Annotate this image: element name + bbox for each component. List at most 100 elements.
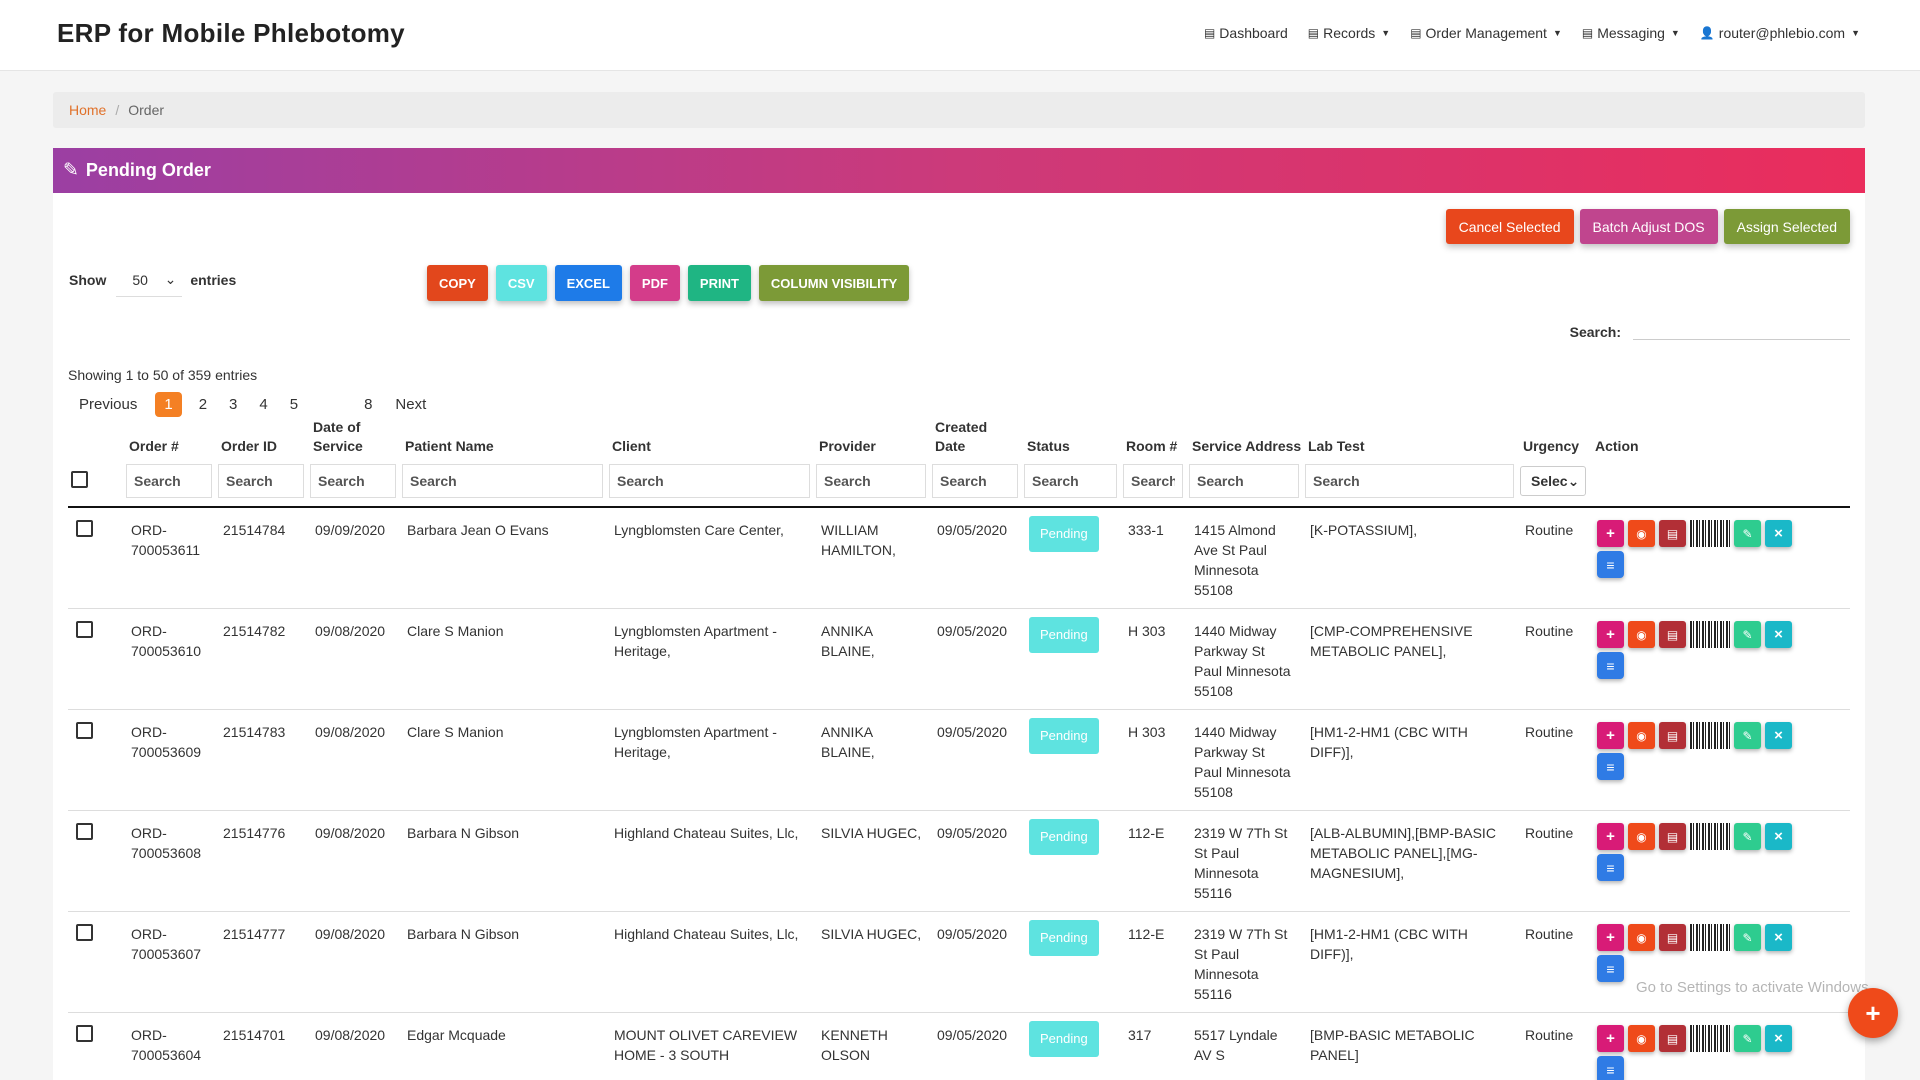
edit-icon[interactable]: ✎: [1734, 1025, 1761, 1052]
close-icon[interactable]: ×: [1765, 722, 1792, 749]
row-checkbox[interactable]: [76, 621, 93, 638]
view-icon[interactable]: ◉: [1628, 722, 1655, 749]
filter-client[interactable]: [609, 464, 810, 498]
print-icon[interactable]: ▤: [1659, 722, 1686, 749]
edit-icon[interactable]: ✎: [1734, 823, 1761, 850]
col-created-date[interactable]: Created Date: [929, 418, 1021, 464]
print-icon[interactable]: ▤: [1659, 1025, 1686, 1052]
view-icon[interactable]: ◉: [1628, 520, 1655, 547]
add-icon[interactable]: +: [1597, 1025, 1624, 1052]
edit-icon[interactable]: ✎: [1734, 520, 1761, 547]
notes-icon[interactable]: ≡: [1597, 652, 1624, 679]
assign-selected-button[interactable]: Assign Selected: [1723, 209, 1850, 244]
edit-icon[interactable]: ✎: [1734, 621, 1761, 648]
col-lab-test[interactable]: Lab Test: [1302, 418, 1517, 464]
filter-urgency-select[interactable]: Selec ⌄: [1520, 466, 1586, 496]
row-checkbox[interactable]: [76, 722, 93, 739]
barcode-icon[interactable]: [1690, 722, 1730, 749]
csv-button[interactable]: CSV: [495, 265, 547, 301]
column-visibility-button[interactable]: COLUMN VISIBILITY: [758, 265, 910, 301]
barcode-icon[interactable]: [1690, 1025, 1730, 1052]
batch-adjust-dos-button[interactable]: Batch Adjust DOS: [1579, 209, 1718, 244]
col-status[interactable]: Status: [1021, 418, 1120, 464]
col-date-of-service[interactable]: Date of Service: [307, 418, 399, 464]
col-patient-name[interactable]: Patient Name: [399, 418, 606, 464]
notes-icon[interactable]: ≡: [1597, 955, 1624, 982]
col-client[interactable]: Client: [606, 418, 813, 464]
close-icon[interactable]: ×: [1765, 1025, 1792, 1052]
breadcrumb-home-link[interactable]: Home: [69, 102, 106, 118]
pagination-next[interactable]: Next: [389, 394, 432, 415]
pagination-previous[interactable]: Previous: [73, 394, 143, 415]
col-provider[interactable]: Provider: [813, 418, 929, 464]
edit-icon[interactable]: ✎: [1734, 924, 1761, 951]
pagination-page-4[interactable]: 4: [254, 394, 272, 415]
barcode-icon[interactable]: [1690, 520, 1730, 547]
edit-icon[interactable]: ✎: [1734, 722, 1761, 749]
notes-icon[interactable]: ≡: [1597, 1056, 1624, 1080]
close-icon[interactable]: ×: [1765, 520, 1792, 547]
print-button[interactable]: PRINT: [687, 265, 751, 301]
pagination-page-1[interactable]: 1: [155, 392, 182, 417]
filter-date-of-service[interactable]: [310, 464, 396, 498]
cancel-selected-button[interactable]: Cancel Selected: [1445, 209, 1574, 244]
view-icon[interactable]: ◉: [1628, 621, 1655, 648]
close-icon[interactable]: ×: [1765, 823, 1792, 850]
pagination-page-2[interactable]: 2: [194, 394, 212, 415]
pagination-page-5[interactable]: 5: [285, 394, 303, 415]
search-input[interactable]: [1633, 311, 1850, 340]
col-room[interactable]: Room #: [1120, 418, 1186, 464]
filter-service-address[interactable]: [1189, 464, 1299, 498]
barcode-icon[interactable]: [1690, 823, 1730, 850]
copy-button[interactable]: COPY: [427, 265, 488, 301]
filter-lab-test[interactable]: [1305, 464, 1514, 498]
floating-add-button[interactable]: +: [1848, 988, 1898, 1038]
filter-created-date[interactable]: [932, 464, 1018, 498]
add-icon[interactable]: +: [1597, 924, 1624, 951]
filter-order-no[interactable]: [126, 464, 212, 498]
excel-button[interactable]: EXCEL: [554, 265, 622, 301]
pagination-page-3[interactable]: 3: [224, 394, 242, 415]
barcode-icon[interactable]: [1690, 621, 1730, 648]
col-order-id[interactable]: Order ID: [215, 418, 307, 464]
nav-dashboard[interactable]: ▤ Dashboard: [1204, 25, 1288, 41]
print-icon[interactable]: ▤: [1659, 520, 1686, 547]
col-urgency[interactable]: Urgency: [1517, 418, 1589, 464]
entries-select[interactable]: 50 ⌄: [116, 263, 183, 297]
add-icon[interactable]: +: [1597, 722, 1624, 749]
filter-patient-name[interactable]: [402, 464, 603, 498]
row-checkbox[interactable]: [76, 1025, 93, 1042]
row-checkbox[interactable]: [76, 520, 93, 537]
nav-order-management[interactable]: ▤ Order Management ▼: [1410, 25, 1562, 41]
print-icon[interactable]: ▤: [1659, 621, 1686, 648]
close-icon[interactable]: ×: [1765, 621, 1792, 648]
nav-user-menu[interactable]: 👤 router@phlebio.com ▼: [1700, 25, 1860, 41]
barcode-icon[interactable]: [1690, 924, 1730, 951]
notes-icon[interactable]: ≡: [1597, 753, 1624, 780]
add-icon[interactable]: +: [1597, 520, 1624, 547]
filter-room[interactable]: [1123, 464, 1183, 498]
view-icon[interactable]: ◉: [1628, 1025, 1655, 1052]
pdf-button[interactable]: PDF: [629, 265, 680, 301]
filter-provider[interactable]: [816, 464, 926, 498]
notes-icon[interactable]: ≡: [1597, 551, 1624, 578]
pagination-page-8[interactable]: 8: [359, 394, 377, 415]
view-icon[interactable]: ◉: [1628, 823, 1655, 850]
nav-records[interactable]: ▤ Records ▼: [1308, 25, 1390, 41]
brand-title[interactable]: ERP for Mobile Phlebotomy: [57, 18, 405, 49]
row-checkbox[interactable]: [76, 924, 93, 941]
col-service-address[interactable]: Service Address: [1186, 418, 1302, 464]
view-icon[interactable]: ◉: [1628, 924, 1655, 951]
add-icon[interactable]: +: [1597, 823, 1624, 850]
print-icon[interactable]: ▤: [1659, 924, 1686, 951]
print-icon[interactable]: ▤: [1659, 823, 1686, 850]
filter-order-id[interactable]: [218, 464, 304, 498]
col-order-no[interactable]: Order #: [123, 418, 215, 464]
nav-messaging[interactable]: ▤ Messaging ▼: [1582, 25, 1680, 41]
select-all-checkbox[interactable]: [71, 471, 88, 488]
add-icon[interactable]: +: [1597, 621, 1624, 648]
close-icon[interactable]: ×: [1765, 924, 1792, 951]
filter-status[interactable]: [1024, 464, 1117, 498]
row-checkbox[interactable]: [76, 823, 93, 840]
notes-icon[interactable]: ≡: [1597, 854, 1624, 881]
